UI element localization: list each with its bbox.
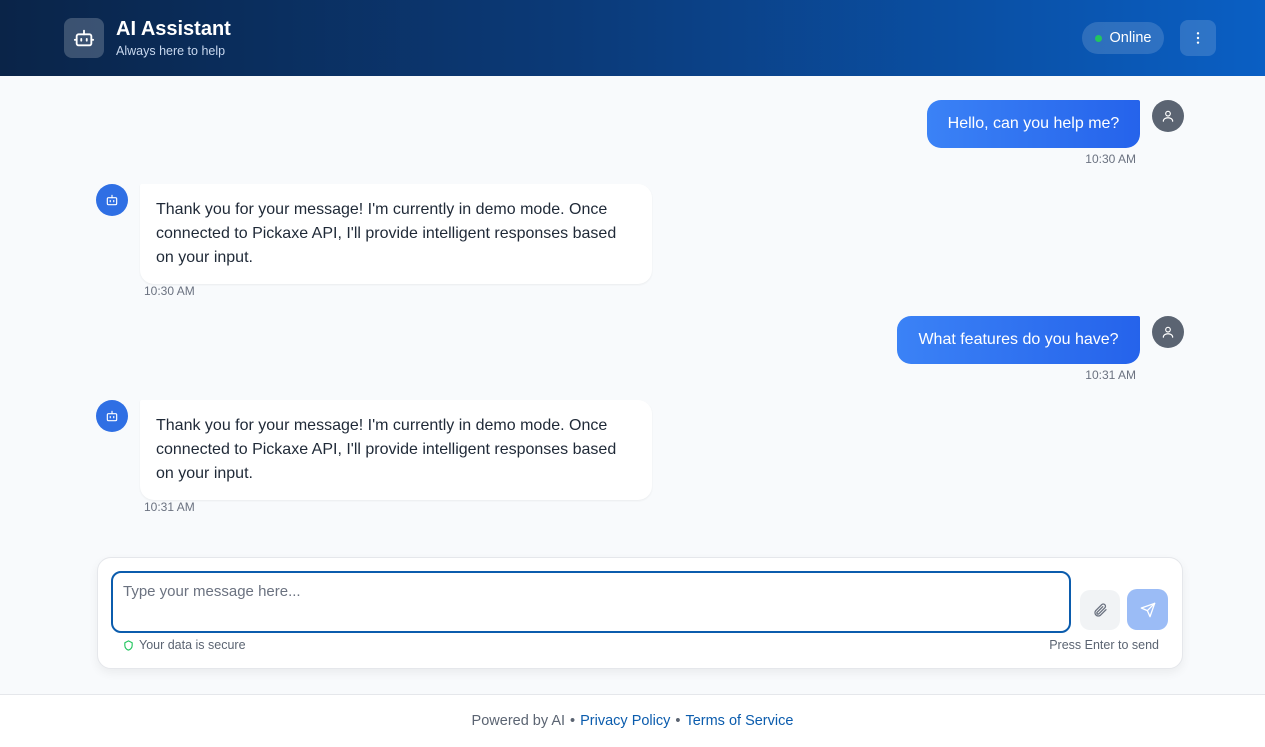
message-timestamp: 10:30 AM [144, 284, 195, 298]
send-button[interactable] [1127, 589, 1168, 630]
status-dot-icon [1094, 34, 1102, 42]
terms-of-service-link[interactable]: Terms of Service [685, 713, 793, 729]
app-header: AI Assistant Always here to help Online [0, 0, 1265, 76]
send-icon [1140, 602, 1155, 617]
user-avatar [1152, 316, 1184, 348]
message-text: Thank you for your message! I'm currentl… [156, 417, 617, 482]
status-badge: Online [1082, 22, 1164, 54]
assistant-message-bubble: Thank you for your message! I'm currentl… [140, 184, 652, 284]
message-timestamp: 10:30 AM [1085, 152, 1136, 166]
message-text: What features do you have? [918, 331, 1119, 348]
security-note-text: Your data is secure [139, 638, 246, 652]
user-message-bubble: What features do you have? [897, 316, 1140, 364]
menu-button[interactable] [1180, 20, 1216, 56]
user-message-bubble: Hello, can you help me? [927, 100, 1140, 148]
assistant-avatar [96, 400, 128, 432]
status-label: Online [1109, 30, 1152, 46]
assistant-message-bubble: Thank you for your message! I'm currentl… [140, 400, 652, 500]
message-text: Hello, can you help me? [947, 115, 1120, 132]
privacy-policy-link[interactable]: Privacy Policy [580, 713, 670, 729]
message-text: Thank you for your message! I'm currentl… [156, 201, 617, 266]
security-note: Your data is secure [123, 638, 246, 652]
user-icon [1162, 326, 1174, 338]
robot-icon [64, 18, 104, 58]
send-hint: Press Enter to send [1049, 638, 1159, 652]
powered-by-text: Powered by AI [471, 713, 566, 729]
message-timestamp: 10:31 AM [144, 500, 195, 514]
more-vertical-icon [1196, 32, 1200, 44]
app-subtitle: Always here to help [116, 44, 226, 58]
message-input[interactable] [111, 571, 1071, 633]
app-title: AI Assistant [116, 18, 231, 40]
page-footer: Powered by AI • Privacy Policy • Terms o… [0, 694, 1265, 747]
robot-icon [106, 194, 118, 206]
message-timestamp: 10:31 AM [1085, 368, 1136, 382]
robot-icon [106, 410, 118, 422]
user-icon [1162, 110, 1174, 122]
user-avatar [1152, 100, 1184, 132]
assistant-avatar [96, 184, 128, 216]
footer-separator: • [570, 713, 576, 729]
footer-separator: • [675, 713, 681, 729]
paperclip-icon [1094, 603, 1107, 617]
attach-button[interactable] [1080, 590, 1120, 630]
message-composer: Your data is secure Press Enter to send [97, 557, 1183, 669]
shield-icon [124, 639, 133, 651]
